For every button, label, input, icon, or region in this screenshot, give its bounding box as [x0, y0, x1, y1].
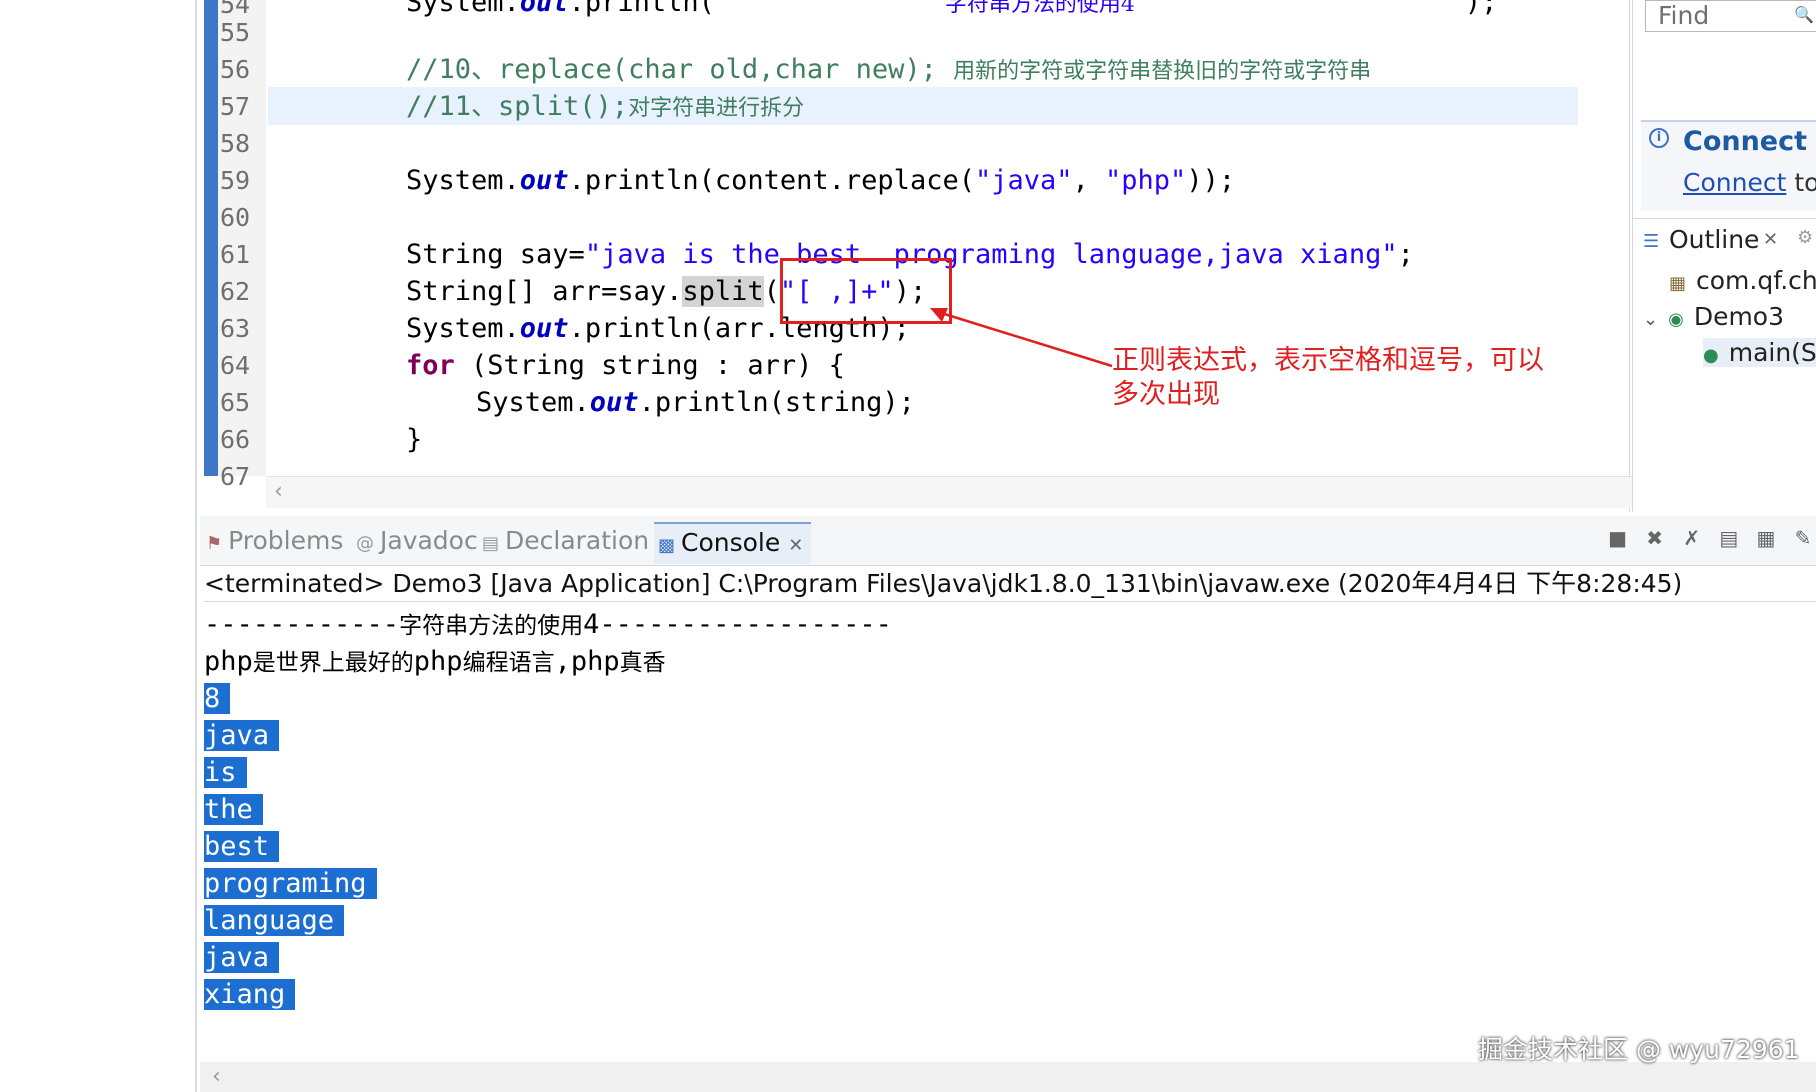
console-output-line: is [204, 754, 247, 791]
code-line-66: } [406, 424, 423, 455]
editor-horizontal-scrollbar[interactable]: ‹ › [266, 476, 1778, 508]
line-number: 57 [220, 92, 251, 121]
class-icon: ◉ [1668, 309, 1684, 330]
overview-ruler [204, 0, 218, 476]
console-horizontal-scrollbar[interactable]: ‹ [200, 1062, 1816, 1092]
scroll-lock-icon[interactable]: ▦ [1753, 526, 1779, 550]
remove-launch-icon[interactable]: ✖ [1642, 526, 1668, 550]
console-icon: ▩ [658, 535, 676, 556]
find-placeholder: Find [1658, 1, 1710, 30]
console-output-line: 8 [204, 680, 231, 717]
line-number: 63 [220, 314, 251, 343]
annotation-arrow [930, 308, 1113, 368]
console-output-line: php是世界上最好的php编程语言,php真香 [204, 646, 666, 677]
line-number: 66 [220, 425, 251, 454]
code-line-59: System.out.println(content.replace("java… [406, 165, 1236, 196]
info-icon: i [1649, 128, 1669, 148]
console-output-line: java [204, 717, 280, 754]
line-number: 59 [220, 166, 251, 195]
line-number: 60 [220, 203, 251, 232]
outline-view-tab[interactable]: ☰ Outline ✕ ⚙ [1633, 218, 1816, 264]
chevron-down-icon[interactable]: ⌄ [1643, 309, 1658, 330]
remove-all-icon[interactable]: ✗ [1679, 526, 1705, 550]
method-icon: ● [1703, 345, 1719, 366]
code-line-56: //10、replace(char old,char new); 用新的字符或字… [406, 54, 1372, 85]
code-line-57: //11、split();对字符串进行拆分 [406, 91, 805, 122]
package-icon: ▦ [1669, 273, 1687, 294]
console-panel: ⚑ Problems @ Javadoc ▤ Declaration ▩ Console… [200, 516, 1816, 1092]
left-blank-area [0, 0, 196, 1092]
right-side-panel: Find 🔍 i Connect M Connect to y ☰ Outlin… [1632, 0, 1816, 512]
line-number: 55 [220, 18, 251, 47]
ide-window: 54 55 56 57 58 59 60 61 62 63 64 65 66 6… [0, 0, 1816, 1092]
code-line-64: for (String string : arr) { [406, 350, 845, 381]
console-output-line: best [204, 828, 280, 865]
console-output-line: programing [204, 865, 377, 902]
clear-console-icon[interactable]: ▤ [1716, 526, 1742, 550]
close-icon[interactable]: ✕ [788, 535, 803, 556]
pin-console-icon[interactable]: ✎ [1790, 526, 1816, 550]
tab-console[interactable]: ▩ Console ✕ [654, 522, 812, 564]
line-number: 67 [220, 462, 251, 491]
tab-declaration[interactable]: ▤ Declaration [482, 526, 649, 555]
tab-problems[interactable]: ⚑ Problems [206, 526, 343, 555]
outline-icon: ☰ [1643, 231, 1660, 252]
watermark: 掘金技术社区 @ wyu72961 [1478, 1035, 1800, 1064]
outline-item-package[interactable]: ▦ com.qf.ch [1669, 266, 1816, 295]
line-number: 61 [220, 240, 251, 269]
divider [195, 0, 197, 1092]
console-output-line: xiang [204, 976, 296, 1013]
console-toolbar: ■ ✖ ✗ ▤ ▦ ✎ [1599, 526, 1816, 556]
annotation-text: 正则表达式，表示空格和逗号，可以多次出现 [1112, 345, 1544, 410]
outline-item-class[interactable]: ⌄ ◉ Demo3 [1643, 302, 1784, 331]
connect-link[interactable]: Connect [1683, 168, 1786, 197]
view-menu-icon[interactable]: ⚙ [1797, 227, 1813, 248]
find-input[interactable]: Find 🔍 [1645, 0, 1816, 32]
close-icon[interactable]: ✕ [1763, 229, 1778, 250]
terminate-icon[interactable]: ■ [1605, 526, 1631, 550]
code-line-65: System.out.println(string); [476, 387, 915, 418]
outline-label: Outline [1669, 225, 1760, 254]
declaration-icon: ▤ [482, 533, 500, 554]
tab-javadoc[interactable]: @ Javadoc [356, 526, 478, 555]
line-number: 62 [220, 277, 251, 306]
scroll-left-icon[interactable]: ‹ [212, 1064, 221, 1089]
line-number: 58 [220, 129, 251, 158]
console-status-line: <terminated> Demo3 [Java Application] C:… [204, 566, 1816, 602]
connect-title: Connect M [1683, 126, 1816, 157]
scroll-left-icon[interactable]: ‹ [274, 479, 283, 504]
code-line-54: System.out.println(字符串方法的使用4); [406, 0, 1498, 18]
javadoc-icon: @ [356, 533, 374, 554]
problems-icon: ⚑ [206, 533, 223, 554]
search-icon[interactable]: 🔍 [1794, 5, 1814, 24]
line-number: 64 [220, 351, 251, 380]
bottom-tab-bar: ⚑ Problems @ Javadoc ▤ Declaration ▩ Console… [200, 516, 1816, 566]
connect-mylyn-panel: i Connect M Connect to y [1641, 120, 1816, 210]
line-number: 65 [220, 388, 251, 417]
line-number-gutter: 54 55 56 57 58 59 60 61 62 63 64 65 66 6… [218, 0, 266, 491]
line-number: 56 [220, 55, 251, 84]
console-output-line: the [204, 791, 263, 828]
console-output-line: language [204, 902, 345, 939]
connect-description: Connect to y [1683, 168, 1816, 197]
console-output-line: ------------字符串方法的使用4------------------ [204, 609, 892, 640]
outline-item-method[interactable]: ● main(S [1703, 338, 1816, 367]
console-output-line: java [204, 939, 280, 976]
code-editor[interactable]: 54 55 56 57 58 59 60 61 62 63 64 65 66 6… [200, 0, 1816, 512]
